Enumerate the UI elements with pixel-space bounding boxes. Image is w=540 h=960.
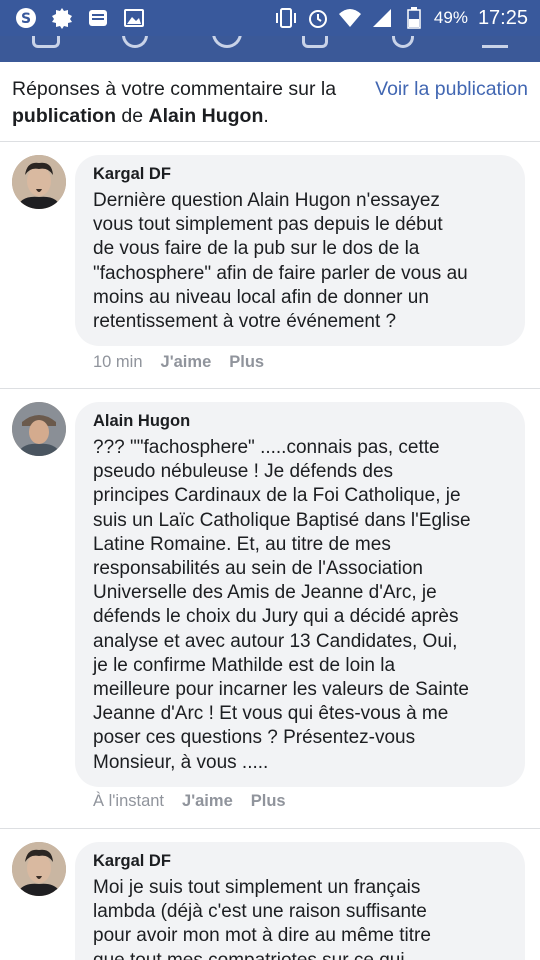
status-bar: S 49% 17:25 <box>0 0 540 36</box>
comment-text: Dernière question Alain Hugon n'essayez … <box>93 190 468 333</box>
search-icon[interactable] <box>392 36 414 48</box>
more-button[interactable]: Plus <box>251 792 286 811</box>
comment-author[interactable]: Kargal DF <box>93 163 507 185</box>
wifi-icon <box>338 6 362 30</box>
comment-text: Moi je suis tout simplement un français … <box>93 877 431 960</box>
vibrate-icon <box>274 6 298 30</box>
s-app-icon: S <box>14 6 38 30</box>
like-button[interactable]: J'aime <box>161 353 212 372</box>
comment-time: 10 min <box>93 353 143 371</box>
battery-percent: 49% <box>433 8 468 27</box>
status-bar-left-icons: S <box>0 6 146 30</box>
messenger-icon[interactable] <box>212 36 242 48</box>
image-icon <box>122 6 146 30</box>
message-icon <box>86 6 110 30</box>
notifications-icon[interactable] <box>302 36 328 48</box>
avatar[interactable] <box>12 402 66 456</box>
svg-text:S: S <box>21 11 31 27</box>
view-post-link[interactable]: Voir la publication <box>375 76 528 103</box>
alarm-icon <box>306 6 330 30</box>
publication-link[interactable]: publication <box>12 105 116 127</box>
comment: Kargal DF Moi je suis tout simplement un… <box>0 830 540 960</box>
comment-actions: À l'instant J'aime Plus <box>93 792 286 811</box>
avatar[interactable] <box>12 155 66 209</box>
comment-text: ??? ""fachosphere" .....connais pas, cet… <box>93 437 471 773</box>
gear-icon <box>50 6 74 30</box>
clock: 17:25 <box>477 6 528 29</box>
menu-icon[interactable] <box>482 36 508 48</box>
comment-bubble: Kargal DF Moi je suis tout simplement un… <box>75 842 525 960</box>
battery-icon <box>402 6 426 30</box>
comment-actions: 10 min J'aime Plus <box>93 353 264 372</box>
comment-bubble: Kargal DF Dernière question Alain Hugon … <box>75 155 525 347</box>
avatar[interactable] <box>12 842 66 896</box>
facebook-nav-bar <box>0 36 540 62</box>
status-bar-right: 49% 17:25 <box>274 6 540 30</box>
comment: Kargal DF Dernière question Alain Hugon … <box>0 143 540 389</box>
replies-header-text: Réponses à votre commentaire sur la publ… <box>12 78 337 127</box>
like-button[interactable]: J'aime <box>182 792 233 811</box>
post-author-name[interactable]: Alain Hugon <box>149 105 264 127</box>
comment-author[interactable]: Alain Hugon <box>93 410 507 432</box>
friends-icon[interactable] <box>122 36 148 48</box>
signal-icon <box>370 6 394 30</box>
more-button[interactable]: Plus <box>229 353 264 372</box>
replies-header: Réponses à votre commentaire sur la publ… <box>0 62 540 142</box>
comment: Alain Hugon ??? ""fachosphere" .....conn… <box>0 390 540 829</box>
comment-author[interactable]: Kargal DF <box>93 850 507 872</box>
comment-time: À l'instant <box>93 792 165 810</box>
comment-bubble: Alain Hugon ??? ""fachosphere" .....conn… <box>75 402 525 787</box>
news-feed-icon[interactable] <box>32 36 60 48</box>
